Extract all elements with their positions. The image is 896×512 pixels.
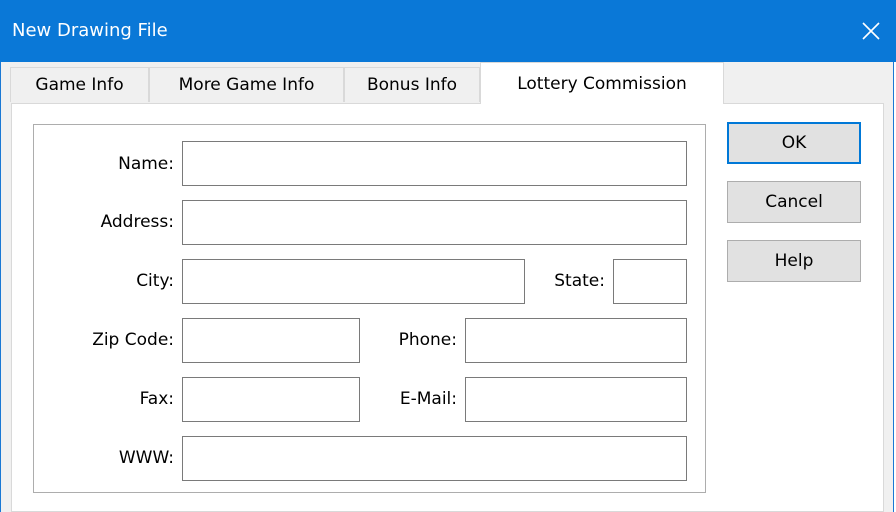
fax-field[interactable] xyxy=(182,377,360,422)
tab-more-game-info[interactable]: More Game Info xyxy=(149,67,344,102)
ok-button-label: OK xyxy=(781,133,807,153)
close-button[interactable] xyxy=(846,0,896,62)
state-label: State: xyxy=(554,271,605,291)
zip-code-label: Zip Code: xyxy=(92,330,174,350)
www-label: WWW: xyxy=(118,448,174,468)
phone-label: Phone: xyxy=(398,330,457,350)
city-field[interactable] xyxy=(182,259,525,304)
tab-bonus-info[interactable]: Bonus Info xyxy=(344,67,480,102)
tab-lottery-commission[interactable]: Lottery Commission xyxy=(480,62,724,104)
phone-field[interactable] xyxy=(465,318,687,363)
tab-label: Game Info xyxy=(35,75,124,95)
tab-game-info[interactable]: Game Info xyxy=(10,67,149,102)
zip-code-field[interactable] xyxy=(182,318,360,363)
email-field[interactable] xyxy=(465,377,687,422)
address-label: Address: xyxy=(100,212,174,232)
state-field[interactable] xyxy=(613,259,687,304)
ok-button[interactable]: OK xyxy=(727,122,861,164)
help-button-label: Help xyxy=(774,251,814,271)
name-field[interactable] xyxy=(182,141,687,186)
email-label: E-Mail: xyxy=(399,389,457,409)
www-field[interactable] xyxy=(182,436,687,481)
tab-strip: Game Info More Game Info Bonus Info Lott… xyxy=(10,62,884,104)
close-icon xyxy=(862,22,880,40)
name-label: Name: xyxy=(118,154,174,174)
help-button[interactable]: Help xyxy=(727,240,861,282)
address-field[interactable] xyxy=(182,200,687,245)
city-label: City: xyxy=(136,271,174,291)
tab-label: Bonus Info xyxy=(366,75,458,95)
window-title: New Drawing File xyxy=(12,20,168,41)
fax-label: Fax: xyxy=(139,389,174,409)
tab-label: Lottery Commission xyxy=(517,73,687,94)
tab-label: More Game Info xyxy=(178,75,315,95)
cancel-button[interactable]: Cancel xyxy=(727,181,861,223)
cancel-button-label: Cancel xyxy=(765,192,823,212)
title-bar[interactable]: New Drawing File xyxy=(0,0,896,62)
